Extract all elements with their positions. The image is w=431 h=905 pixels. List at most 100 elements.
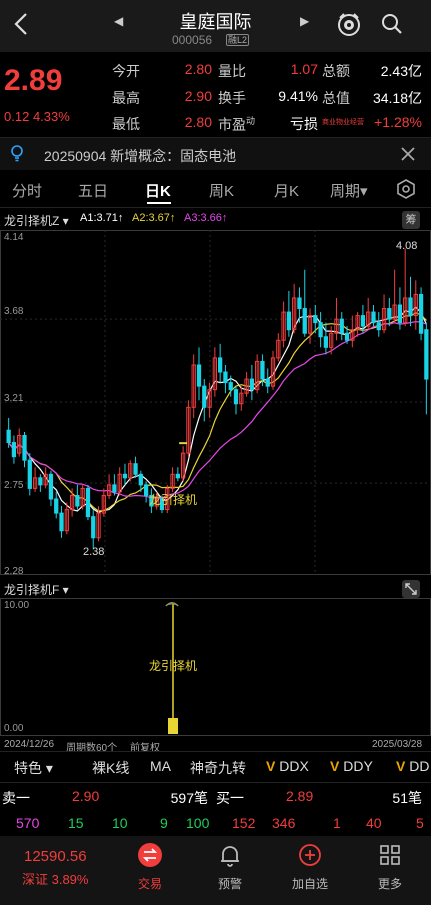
close-icon[interactable] (398, 144, 418, 164)
current-price: 2.89 (4, 64, 63, 97)
nav-add-watchlist[interactable]: 加自选 (280, 842, 340, 892)
label-turnover-rate: 换手 (218, 90, 246, 106)
y-axis-label: 2.28 (4, 566, 24, 577)
label-pe-dynamic: 市盈动 (218, 114, 255, 135)
candle-down (318, 322, 323, 338)
active-tab-indicator (147, 202, 171, 204)
price-change-amount: 0.12 (4, 109, 30, 124)
bell-icon (221, 846, 239, 867)
sell-detail-3: 10 (112, 815, 128, 831)
value-pe: 亏损 (290, 116, 318, 132)
next-stock-icon[interactable]: ▶ (300, 14, 314, 32)
concept-notice-text[interactable]: 20250904 新增概念：固态电池 (44, 146, 236, 166)
lightbulb-icon (11, 145, 23, 162)
sector-name[interactable]: 商业物业经营 (322, 117, 364, 127)
divider (0, 751, 431, 752)
candle-down (48, 473, 54, 500)
vip-badge-icon: V (266, 758, 276, 774)
value-turnover-amount: 2.43亿 (380, 63, 422, 79)
candle-down (249, 378, 255, 391)
index-value[interactable]: 12590.56 (24, 848, 87, 865)
buy1-price: 2.89 (286, 788, 314, 804)
price-change-percent: 4.33% (32, 109, 70, 124)
y-axis-label: 2.75 (4, 480, 24, 491)
candle-down (302, 308, 307, 334)
nav-alert-label: 预警 (217, 877, 242, 891)
label-high: 最高 (112, 90, 140, 106)
tab-period-dropdown[interactable]: 周期▾ (330, 180, 368, 201)
y-axis-label: 3.68 (4, 306, 24, 317)
candle-down (260, 360, 265, 380)
indicator-tab-dd[interactable]: V DD (396, 758, 429, 774)
ai-assistant-icon[interactable] (336, 12, 362, 38)
indicator-tab-featured[interactable]: 特色 ▾ (14, 758, 53, 778)
tab-monthly-k[interactable]: 月K (274, 180, 299, 201)
ma-line-a3 (8, 320, 427, 499)
plus-circle-icon (299, 844, 321, 866)
indicator-tab-ma[interactable]: MA (150, 758, 171, 774)
indicator-tab-ddx-label: DDX (279, 758, 309, 774)
candle-down (38, 477, 43, 486)
main-indicator-selector[interactable]: 龙引择机Z ▾ (4, 212, 69, 229)
value-turnover-rate: 9.41% (278, 88, 318, 104)
candle-down (22, 435, 27, 461)
candle-down (339, 318, 344, 334)
candle-down (75, 494, 80, 507)
sub-y-top-label: 10.00 (4, 600, 30, 611)
tab-weekly-k[interactable]: 周K (209, 180, 234, 201)
candle-down (91, 516, 96, 539)
end-date: 2025/03/28 (372, 739, 423, 750)
candle-down (196, 364, 202, 387)
buy-signal-label: 龙引择机 (149, 493, 198, 507)
settings-hexagon-icon[interactable] (396, 179, 416, 199)
buy1-label: 买一 (216, 790, 244, 806)
search-icon[interactable] (380, 12, 404, 36)
vip-badge-icon: V (330, 758, 340, 774)
sub-indicator-selector[interactable]: 龙引择机F ▾ (4, 581, 69, 598)
candle-down (122, 473, 128, 479)
nav-more-label: 更多 (377, 877, 402, 891)
divider (0, 782, 431, 783)
candle-down (376, 322, 381, 331)
candle-down (6, 429, 11, 444)
candle-down (424, 329, 429, 380)
sell1-price: 2.90 (72, 788, 100, 804)
nav-trade-label: 交易 (137, 877, 162, 891)
divider (0, 207, 431, 208)
candle-down (265, 378, 270, 387)
candle-down (85, 487, 91, 518)
label-volume-ratio: 量比 (218, 63, 246, 79)
indicator-tab-ddy-label: DDY (343, 758, 373, 774)
tab-five-day[interactable]: 五日 (78, 180, 108, 201)
buy1-volume: 51笔 (392, 790, 422, 806)
sell-detail-1: 570 (16, 815, 40, 831)
candle-down (143, 484, 149, 496)
nav-add-watchlist-label: 加自选 (291, 877, 328, 891)
index-name-change[interactable]: 深证 3.89% (22, 869, 88, 888)
nav-more[interactable]: 更多 (360, 842, 420, 892)
candle-down (27, 459, 32, 489)
chip-distribution-button[interactable]: 筹 (402, 211, 420, 229)
buy-detail-2: 346 (272, 815, 296, 831)
indicator-a1: A1:3.71↑ (80, 212, 124, 224)
indicator-tab-ddy[interactable]: V DDY (330, 758, 373, 774)
indicator-tab-ddx[interactable]: V DDX (266, 758, 309, 774)
candle-down (223, 371, 228, 384)
buy-detail-3: 1 (333, 815, 341, 831)
indicator-tab-td-nine[interactable]: 神奇九转 (190, 758, 246, 778)
nav-trade[interactable]: 交易 (120, 842, 180, 892)
stock-name: 皇庭国际 (179, 12, 252, 32)
kline-chart[interactable] (0, 230, 431, 575)
label-turnover-amount: 总额 (322, 63, 350, 79)
expand-icon[interactable] (402, 580, 420, 598)
indicator-tab-bare-k[interactable]: 裸K线 (92, 758, 129, 778)
price-change: 0.12 4.33% (4, 109, 70, 124)
candle-down (297, 297, 302, 310)
label-low: 最低 (112, 116, 140, 132)
nav-alert[interactable]: 预警 (200, 842, 260, 892)
sector-change[interactable]: +1.28% (362, 114, 422, 130)
signal-subchart[interactable] (0, 598, 431, 736)
tab-daily-k[interactable]: 日K (145, 180, 171, 201)
tab-intraday[interactable]: 分时 (12, 180, 42, 201)
indicator-a3: A3:3.66↑ (184, 212, 228, 224)
